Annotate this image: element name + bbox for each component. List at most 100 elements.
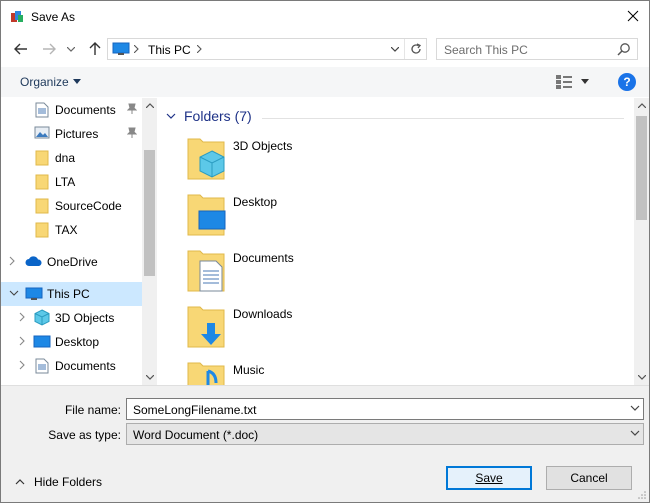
- save-as-dialog: Save As This PC Search This PC Organize …: [0, 0, 650, 503]
- sidebar-item-documents-pc[interactable]: Documents: [1, 354, 142, 378]
- documents-icon: [35, 102, 49, 118]
- chevron-right-icon[interactable]: [9, 256, 15, 266]
- folder-tile-label: Desktop: [233, 195, 278, 209]
- cancel-button-label: Cancel: [570, 471, 608, 485]
- 3d-objects-folder-icon: [187, 138, 225, 180]
- desktop-folder-icon: [187, 194, 226, 236]
- folder-tile-label: Downloads: [233, 307, 293, 321]
- scroll-down-button[interactable]: [142, 370, 157, 385]
- filename-value[interactable]: SomeLongFilename.txt: [133, 403, 256, 417]
- folder-tile-downloads[interactable]: Downloads: [186, 301, 486, 357]
- scrollbar-thumb[interactable]: [636, 116, 647, 220]
- sidebar-item-label: dna: [55, 151, 76, 165]
- forward-button[interactable]: [39, 39, 59, 59]
- search-icon: [617, 43, 630, 56]
- organize-button[interactable]: Organize: [20, 75, 69, 89]
- savetype-label: Save as type:: [48, 428, 121, 442]
- sidebar-item-pictures[interactable]: Pictures: [1, 122, 142, 146]
- address-dropdown-button[interactable]: [385, 39, 405, 59]
- chevron-up-icon: [15, 479, 25, 485]
- view-options-icon[interactable]: [556, 75, 572, 89]
- sidebar-item-label: TAX: [55, 223, 78, 237]
- scroll-up-button[interactable]: [634, 98, 649, 113]
- chevron-down-icon: [637, 375, 646, 380]
- documents-icon: [35, 358, 49, 374]
- sidebar-item-desktop[interactable]: Desktop: [1, 330, 142, 354]
- close-button[interactable]: [617, 1, 649, 31]
- chevron-right-icon[interactable]: [19, 312, 25, 322]
- sidebar-item-label: LTA: [55, 175, 76, 189]
- sidebar-item-documents[interactable]: Documents: [1, 98, 142, 122]
- music-folder-icon: [187, 362, 225, 385]
- content-pane-scrollbar[interactable]: [634, 98, 649, 385]
- folder-tile-desktop[interactable]: Desktop: [186, 189, 486, 245]
- scroll-up-button[interactable]: [142, 98, 157, 113]
- chevron-down-icon: [67, 46, 75, 52]
- this-pc-icon: [25, 287, 43, 300]
- app-icon: [11, 11, 23, 22]
- sidebar-item-this-pc[interactable]: This PC: [1, 282, 142, 306]
- sidebar-item-tax[interactable]: TAX: [1, 218, 142, 242]
- back-button[interactable]: [11, 39, 31, 59]
- sidebar-item-sourcecode[interactable]: SourceCode: [1, 194, 142, 218]
- sidebar-item-label: Pictures: [55, 127, 99, 141]
- chevron-down-icon: [166, 113, 176, 119]
- navigation-pane-scrollbar[interactable]: [142, 98, 157, 385]
- documents-folder-icon: [187, 250, 225, 292]
- hide-folders-label: Hide Folders: [34, 475, 103, 489]
- search-input[interactable]: Search This PC: [436, 38, 638, 60]
- up-button[interactable]: [85, 39, 105, 59]
- chevron-right-icon[interactable]: [19, 360, 25, 370]
- folder-tile-label: Documents: [233, 251, 294, 265]
- save-button[interactable]: Save: [446, 466, 532, 490]
- savetype-select[interactable]: Word Document (*.doc): [126, 423, 644, 445]
- folders-group-header[interactable]: Folders (7): [166, 108, 252, 124]
- address-location[interactable]: This PC: [148, 43, 191, 57]
- recent-locations-button[interactable]: [64, 39, 78, 59]
- filename-label: File name:: [64, 403, 121, 417]
- chevron-right-icon: [134, 45, 139, 53]
- downloads-folder-icon: [187, 306, 225, 348]
- resize-grip-icon[interactable]: [637, 490, 647, 500]
- refresh-icon: [410, 43, 421, 54]
- chevron-down-icon[interactable]: [9, 290, 19, 296]
- cancel-button[interactable]: Cancel: [546, 466, 632, 490]
- chevron-right-icon[interactable]: [197, 45, 202, 53]
- help-icon[interactable]: ?: [618, 73, 636, 91]
- sidebar-item-dna[interactable]: dna: [1, 146, 142, 170]
- filename-field[interactable]: SomeLongFilename.txt: [126, 398, 644, 420]
- sidebar-item-label: 3D Objects: [55, 311, 115, 325]
- refresh-button[interactable]: [404, 39, 426, 59]
- folder-tile-documents[interactable]: Documents: [186, 245, 486, 301]
- sidebar-item-3d-objects[interactable]: 3D Objects: [1, 306, 142, 330]
- chevron-down-icon: [630, 430, 640, 436]
- navigation-pane: Documents Pictures dna LTA SourceCode TA…: [1, 98, 157, 385]
- sidebar-item-label: OneDrive: [47, 255, 98, 269]
- chevron-right-icon[interactable]: [19, 336, 25, 346]
- folder-tile-music[interactable]: Music: [186, 357, 486, 385]
- chevron-down-icon: [145, 375, 154, 380]
- folder-icon: [35, 198, 49, 214]
- caret-down-icon[interactable]: [581, 79, 589, 84]
- caret-down-icon[interactable]: [73, 79, 81, 84]
- sidebar-item-label: SourceCode: [55, 199, 122, 213]
- forward-arrow-icon: [43, 43, 56, 55]
- back-arrow-icon: [14, 43, 27, 55]
- scrollbar-thumb[interactable]: [144, 150, 155, 276]
- chevron-down-icon[interactable]: [630, 403, 640, 413]
- desktop-icon: [33, 335, 51, 348]
- sidebar-item-label: Documents: [55, 103, 116, 117]
- hide-folders-button[interactable]: Hide Folders: [15, 475, 102, 489]
- folder-tile-3d-objects[interactable]: 3D Objects: [186, 133, 486, 189]
- group-divider: [262, 118, 624, 119]
- sidebar-item-lta[interactable]: LTA: [1, 170, 142, 194]
- chevron-up-icon: [145, 103, 154, 108]
- sidebar-item-label: This PC: [47, 287, 90, 301]
- scroll-down-button[interactable]: [634, 370, 649, 385]
- sidebar-item-label: Documents: [55, 359, 116, 373]
- close-icon: [627, 10, 639, 22]
- sidebar-item-label: Desktop: [55, 335, 100, 349]
- folder-tile-label: 3D Objects: [233, 139, 293, 153]
- address-bar[interactable]: This PC: [107, 38, 427, 60]
- sidebar-item-onedrive[interactable]: OneDrive: [1, 250, 142, 274]
